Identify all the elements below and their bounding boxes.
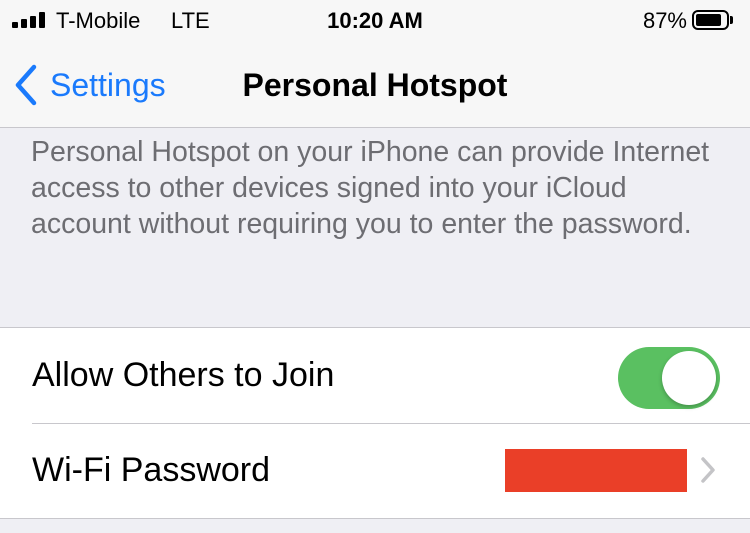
navigation-bar: Settings Personal Hotspot <box>0 42 750 128</box>
wifi-password-label: Wi-Fi Password <box>32 451 271 489</box>
allow-others-row: Allow Others to Join <box>0 328 750 423</box>
allow-others-label: Allow Others to Join <box>32 356 335 394</box>
allow-others-toggle[interactable] <box>618 347 720 409</box>
hotspot-description: Personal Hotspot on your iPhone can prov… <box>31 136 710 240</box>
toggle-knob <box>662 351 716 405</box>
redacted-password-value <box>505 449 687 492</box>
battery-icon <box>692 10 729 30</box>
status-time: 10:20 AM <box>327 8 423 33</box>
battery-percentage: 87% <box>642 8 687 33</box>
battery-level <box>696 14 722 26</box>
page-title: Personal Hotspot <box>242 67 508 103</box>
wifi-password-row[interactable]: Wi-Fi Password <box>0 423 750 518</box>
status-bar: T-Mobile LTE 10:20 AM 87% <box>0 0 750 42</box>
chevron-right-icon <box>700 456 716 484</box>
battery-tip <box>730 16 733 24</box>
settings-group: Allow Others to Join Wi-Fi Password <box>0 327 750 519</box>
